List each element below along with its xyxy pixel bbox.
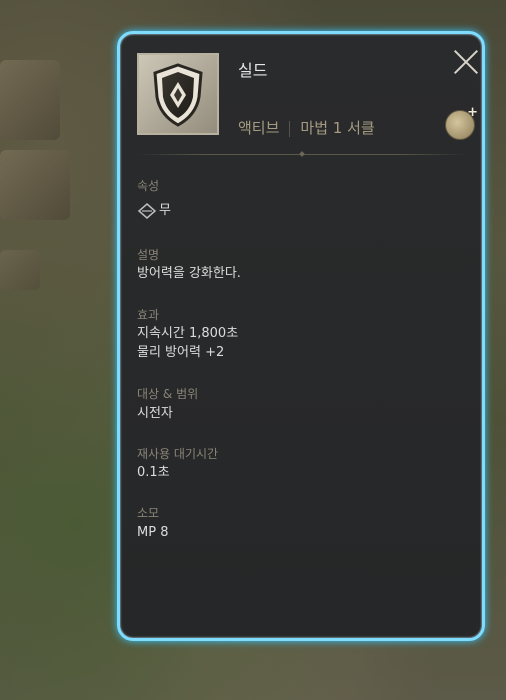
description-value: 방어력을 강화한다.: [137, 266, 241, 281]
plus-icon: +: [467, 105, 478, 120]
header-divider: [138, 151, 466, 157]
skill-type: 액티브: [238, 119, 280, 137]
attribute-value: 무: [159, 203, 171, 218]
skill-icon-frame: [137, 53, 219, 135]
background-rock: [0, 250, 40, 290]
effect-line: 물리 방어력 +2: [137, 345, 225, 360]
background-rock: [0, 60, 60, 140]
add-to-slot-button[interactable]: +: [445, 105, 478, 140]
skill-type-row: 액티브 마법 1 서클: [238, 117, 375, 138]
cooldown-label: 재사용 대기시간: [137, 447, 219, 461]
effect-line: 지속시간 1,800초: [137, 326, 239, 341]
cost-value: MP 8: [137, 525, 169, 540]
attribute-label: 속성: [137, 179, 160, 193]
skill-name: 실드: [238, 61, 268, 80]
skill-tooltip-panel: 실드 액티브 마법 1 서클 + 속성 무 설명 방어력을 강화한다. 효과 지속…: [117, 31, 485, 641]
shield-icon: [153, 63, 203, 127]
target-value: 시전자: [137, 406, 173, 421]
divider-ornament: [299, 151, 305, 157]
effect-label: 효과: [137, 308, 160, 322]
separator: [289, 120, 291, 137]
background-rock: [0, 150, 70, 220]
description-label: 설명: [137, 248, 160, 262]
skill-category: 마법 1 서클: [300, 119, 375, 137]
cooldown-value: 0.1초: [137, 465, 170, 480]
close-icon[interactable]: [452, 48, 480, 76]
target-label: 대상 & 범위: [137, 387, 199, 401]
attribute-value-row: 무: [137, 201, 171, 220]
cost-label: 소모: [137, 506, 160, 520]
diamond-attribute-icon: [137, 202, 157, 219]
